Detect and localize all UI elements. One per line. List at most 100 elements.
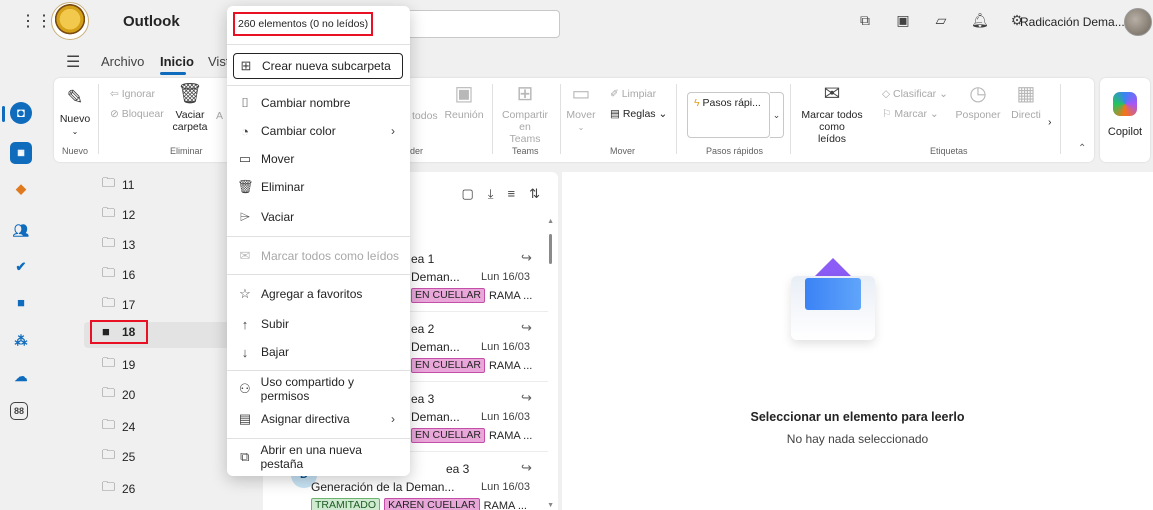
reply-all-partial[interactable]: todos: [412, 110, 438, 122]
menu-item-mark-all-read[interactable]: ✉ Marcar todos como leídos: [233, 243, 403, 269]
item-count-label: 260 elementos (0 no leídos): [233, 12, 374, 36]
my-day-icon[interactable]: ▱: [933, 12, 949, 28]
categorize-button[interactable]: ◇ Clasificar ⌄: [882, 88, 948, 100]
arrow-down-icon: ↓: [241, 344, 249, 360]
new-dropdown-icon[interactable]: ⌄: [72, 127, 79, 136]
new-mail-button[interactable]: ✎ Nuevo ⌄: [58, 86, 92, 137]
active-tab-indicator: [160, 72, 186, 75]
menu-item-create-subfolder[interactable]: ⊞ Crear nueva subcarpeta: [233, 53, 403, 79]
avatar[interactable]: [1124, 8, 1152, 36]
sweep-button[interactable]: ✐ Limpiar: [610, 88, 656, 100]
folder-filled-icon: ■: [102, 324, 110, 339]
org-explorer-icon[interactable]: ⁂: [10, 330, 32, 352]
menu-divider: [227, 44, 410, 45]
folder-item-selected[interactable]: ■ 18: [102, 324, 135, 339]
tab-archivo[interactable]: Archivo: [101, 54, 144, 69]
message-tags: EN CUELLAR RAMA ...: [411, 358, 532, 373]
account-name[interactable]: Radicación Dema...: [1020, 15, 1125, 29]
scroll-down-icon[interactable]: ▼: [547, 502, 554, 509]
hamburger-menu-icon[interactable]: ☰: [66, 52, 80, 72]
mail-icon[interactable]: ◘: [10, 102, 32, 124]
bell-icon[interactable]: 🔔︎: [971, 12, 989, 28]
policy-button[interactable]: ▦ Directi: [1006, 82, 1046, 121]
jump-down-icon[interactable]: ⤓: [488, 186, 494, 202]
category-tag: KAREN CUELLAR: [384, 498, 480, 510]
menu-item-open-new-tab[interactable]: ⧉ Abrir en una nueva pestaña: [233, 443, 403, 471]
mark-all-read-button[interactable]: ✉ Marcar todos como leídos: [794, 82, 870, 145]
empty-folder-button[interactable]: 🗑︎ Vaciar carpeta: [170, 82, 210, 133]
folder-icon: 🗀︎: [102, 235, 116, 250]
folder-context-menu: 260 elementos (0 no leídos) ⊞ Crear nuev…: [227, 6, 410, 476]
copilot-icon: [1113, 92, 1137, 116]
group-mover-label: Mover: [610, 146, 636, 156]
message-subject: ea 3: [411, 392, 435, 406]
category-tag: EN CUELLAR: [411, 358, 485, 373]
folder-item[interactable]: 🗀︎ 20: [102, 384, 135, 406]
meeting-button[interactable]: ▣ Reunión: [444, 82, 484, 121]
sort-icon[interactable]: ⇅: [529, 186, 540, 202]
menu-item-empty[interactable]: ⌲ Vaciar: [233, 204, 403, 230]
archive-partial-label[interactable]: A: [216, 110, 223, 122]
app-launcher-icon[interactable]: ⋮⋮: [20, 13, 52, 31]
scroll-up-icon[interactable]: ▲: [547, 218, 554, 225]
copilot-rail-icon[interactable]: ◆: [10, 178, 32, 200]
files-icon[interactable]: ■: [10, 292, 32, 314]
menu-item-move-up[interactable]: ↑ Subir: [233, 311, 403, 337]
folder-icon: 🗀︎: [102, 447, 116, 462]
filter-icon[interactable]: ≡: [508, 186, 516, 202]
top-bar: ⋮⋮ Outlook ⧉ ▣ ▱ 🔔︎ ⚙ Radicación Dema...: [0, 0, 1153, 44]
copilot-button[interactable]: Copilot: [1100, 78, 1150, 162]
meet-now-icon[interactable]: ⧉: [857, 12, 873, 28]
folder-icon: 🗀︎: [102, 479, 116, 494]
copilot-label: Copilot: [1107, 126, 1143, 138]
mail-read-icon: ✉: [239, 248, 251, 263]
ribbon-more-icon[interactable]: ›: [1048, 116, 1052, 128]
flag-button[interactable]: ⚐ Marcar ⌄: [882, 108, 939, 120]
menu-divider: [227, 236, 410, 237]
select-mode-icon[interactable]: ▢: [461, 186, 473, 202]
message-date: Lun 16/03: [481, 411, 530, 423]
folder-item[interactable]: 🗀︎ 13: [102, 234, 135, 256]
folder-item[interactable]: 🗀︎ 25: [102, 446, 135, 468]
collapse-ribbon-icon[interactable]: ⌃: [1078, 143, 1086, 154]
menu-item-assign-policy[interactable]: ▤ Asignar directiva ›: [233, 406, 403, 432]
move-button[interactable]: ▭ Mover ⌄: [564, 82, 598, 133]
menu-item-delete[interactable]: 🗑︎ Eliminar: [233, 174, 403, 200]
onedrive-icon[interactable]: ☁: [10, 366, 32, 388]
people-icon[interactable]: 👥︎: [10, 220, 32, 242]
more-apps-icon[interactable]: 88: [10, 402, 28, 420]
ribbon: ✎ Nuevo ⌄ Nuevo ⇦ Ignorar ⊘ Bloquear 🗑︎ …: [54, 78, 1094, 162]
app-title[interactable]: Outlook: [123, 13, 180, 30]
scrollbar-thumb[interactable]: [549, 234, 552, 264]
quick-steps-box[interactable]: ϟ Pasos rápi...: [687, 92, 770, 138]
rules-button[interactable]: ▤ Reglas ⌄: [610, 108, 667, 120]
folder-item[interactable]: 🗀︎ 26: [102, 478, 135, 500]
calendar-icon[interactable]: ▦: [10, 142, 32, 164]
ignore-button[interactable]: ⇦ Ignorar: [110, 88, 155, 100]
menu-item-rename[interactable]: ⌷ Cambiar nombre: [233, 90, 403, 116]
menu-item-change-color[interactable]: ◔ Cambiar color ›: [233, 118, 403, 144]
menu-item-add-favorite[interactable]: ☆ Agregar a favoritos: [233, 281, 403, 307]
folder-item[interactable]: 🗀︎ 17: [102, 294, 135, 316]
mark-all-read-label-2: leídos: [817, 133, 847, 145]
todo-icon[interactable]: ✔: [10, 256, 32, 278]
message-preview: Deman...: [411, 410, 460, 424]
folder-item[interactable]: 🗀︎ 16: [102, 264, 135, 286]
tab-inicio[interactable]: Inicio: [160, 54, 194, 69]
block-button[interactable]: ⊘ Bloquear: [110, 108, 164, 120]
quick-steps-dropdown-icon[interactable]: ⌄: [770, 92, 784, 138]
share-teams-button[interactable]: ⊞ Compartir en Teams: [496, 82, 554, 145]
menu-item-move-down[interactable]: ↓ Bajar: [233, 339, 403, 365]
teams-icon[interactable]: ▣: [895, 12, 911, 28]
folder-item[interactable]: 🗀︎ 19: [102, 354, 135, 376]
folder-item[interactable]: 🗀︎ 12: [102, 204, 135, 226]
folder-item[interactable]: 🗀︎ 24: [102, 416, 135, 438]
folder-icon: 🗀︎: [102, 175, 116, 190]
message-subject: ea 3: [446, 462, 470, 476]
menu-item-sharing[interactable]: ⚇ Uso compartido y permisos: [233, 375, 403, 403]
folder-item[interactable]: 🗀︎ 11: [102, 174, 134, 196]
top-icon-bar: ⧉ ▣ ▱ 🔔︎ ⚙: [857, 12, 1025, 28]
snooze-button[interactable]: ◷ Posponer: [954, 82, 1002, 121]
trash-icon: 🗑︎: [237, 179, 254, 194]
menu-item-move[interactable]: ▭ Mover: [233, 146, 403, 172]
